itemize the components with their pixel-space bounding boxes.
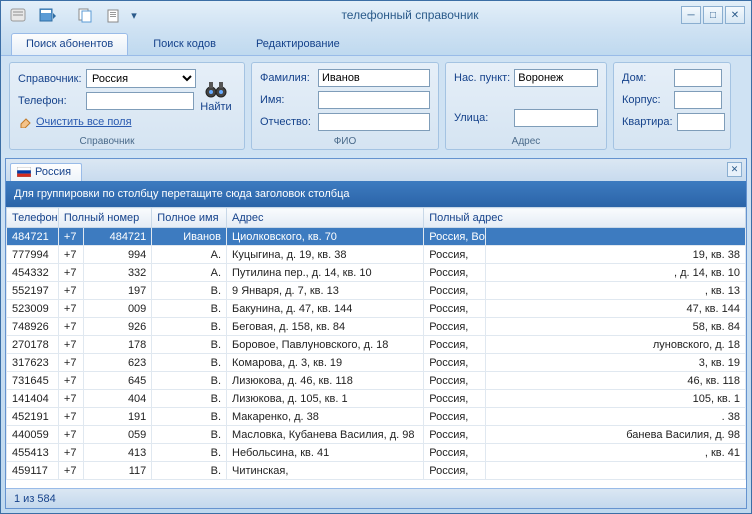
table-row[interactable]: 777994+7994А.Куцыгина, д. 19, кв. 38Росс…	[7, 246, 746, 264]
eraser-icon	[18, 116, 32, 128]
street-input[interactable]	[514, 109, 598, 127]
flat-input[interactable]	[677, 113, 725, 131]
table-row[interactable]: 552197+7197В.9 Января, д. 7, кв. 13Росси…	[7, 282, 746, 300]
inner-tab-russia[interactable]: Россия	[10, 163, 82, 181]
table-row[interactable]: 440059+7059В.Масловка, Кубанева Василия,…	[7, 426, 746, 444]
toolbar-paste-icon[interactable]	[101, 4, 125, 26]
table-row[interactable]: 141404+7404В.Лизюкова, д. 105, кв. 1Росс…	[7, 390, 746, 408]
table-row[interactable]: 454332+7332А.Путилина пер., д. 14, кв. 1…	[7, 264, 746, 282]
directory-label: Справочник:	[18, 73, 82, 85]
table-row[interactable]: 459117+7117В.Читинская,Россия,	[7, 462, 746, 480]
grouping-bar[interactable]: Для группировки по столбцу перетащите сю…	[6, 181, 746, 207]
city-label: Нас. пункт:	[454, 72, 510, 84]
firstname-label: Имя:	[260, 94, 314, 106]
table-row[interactable]: 270178+7178В.Боровое, Павлуновского, д. …	[7, 336, 746, 354]
app-window: ▾ телефонный справочник ─ □ ✕ Поиск абон…	[0, 0, 752, 514]
patronymic-label: Отчество:	[260, 116, 314, 128]
binoculars-icon	[204, 79, 228, 99]
lastname-input[interactable]	[318, 69, 430, 87]
table-row[interactable]: 317623+7623В.Комарова, д. 3, кв. 19Росси…	[7, 354, 746, 372]
find-button[interactable]: Найти	[196, 75, 236, 147]
col-address[interactable]: Адрес	[227, 208, 424, 228]
table-row[interactable]: 484721+7484721ИвановЦиолковского, кв. 70…	[7, 228, 746, 246]
directory-select[interactable]: Россия	[86, 69, 196, 88]
ribbon-tabs: Поиск абонентов Поиск кодов Редактирован…	[1, 29, 751, 55]
table-row[interactable]: 452191+7191В.Макаренко, д. 38Россия,. 38	[7, 408, 746, 426]
col-fulladdress[interactable]: Полный адрес	[424, 208, 746, 228]
minimize-button[interactable]: ─	[681, 6, 701, 24]
group-label-fio: ФИО	[260, 134, 430, 147]
group-label-directory: Справочник	[18, 134, 196, 147]
house-label: Дом:	[622, 72, 670, 84]
inner-tab-close-button[interactable]: ✕	[727, 162, 742, 177]
maximize-button[interactable]: □	[703, 6, 723, 24]
inner-tabs: Россия ✕	[6, 159, 746, 181]
street-label: Улица:	[454, 112, 510, 124]
table-row[interactable]: 523009+7009В.Бакунина, д. 47, кв. 144Рос…	[7, 300, 746, 318]
grid[interactable]: Телефон Полный номер Полное имя Адрес По…	[6, 207, 746, 488]
group-label-address: Адрес	[454, 134, 598, 147]
table-row[interactable]: 748926+7926В.Беговая, д. 158, кв. 84Росс…	[7, 318, 746, 336]
house-input[interactable]	[674, 69, 722, 87]
city-input[interactable]	[514, 69, 598, 87]
table-row[interactable]: 455413+7413В.Небольсина, кв. 41Россия,, …	[7, 444, 746, 462]
tab-editing[interactable]: Редактирование	[241, 33, 355, 55]
toolbar-copy-icon[interactable]	[73, 4, 97, 26]
patronymic-input[interactable]	[318, 113, 430, 131]
block-input[interactable]	[674, 91, 722, 109]
toolbar-menu-icon[interactable]	[35, 4, 59, 26]
app-title: телефонный справочник	[139, 8, 681, 22]
phone-label: Телефон:	[18, 95, 82, 107]
firstname-input[interactable]	[318, 91, 430, 109]
close-button[interactable]: ✕	[725, 6, 745, 24]
titlebar: ▾ телефонный справочник ─ □ ✕	[1, 1, 751, 29]
col-fullname[interactable]: Полное имя	[152, 208, 227, 228]
flat-label: Квартира:	[622, 116, 673, 128]
block-label: Корпус:	[622, 94, 670, 106]
tab-search-codes[interactable]: Поиск кодов	[138, 33, 231, 55]
flag-icon	[17, 167, 31, 177]
table-row[interactable]: 731645+7645В.Лизюкова, д. 46, кв. 118Рос…	[7, 372, 746, 390]
col-phone[interactable]: Телефон	[7, 208, 59, 228]
data-area: Россия ✕ Для группировки по столбцу пере…	[5, 158, 747, 509]
phone-input[interactable]	[86, 92, 194, 110]
statusbar: 1 из 584	[6, 488, 746, 508]
col-fullnum[interactable]: Полный номер	[58, 208, 151, 228]
toolbar-dropdown-icon[interactable]: ▾	[129, 4, 139, 26]
lastname-label: Фамилия:	[260, 72, 314, 84]
app-icon	[7, 4, 31, 26]
grid-header-row[interactable]: Телефон Полный номер Полное имя Адрес По…	[7, 208, 746, 228]
tab-search-subscribers[interactable]: Поиск абонентов	[11, 33, 128, 55]
record-position: 1 из 584	[14, 493, 56, 505]
search-panel: Справочник: Россия Телефон: Очистить все…	[1, 55, 751, 154]
